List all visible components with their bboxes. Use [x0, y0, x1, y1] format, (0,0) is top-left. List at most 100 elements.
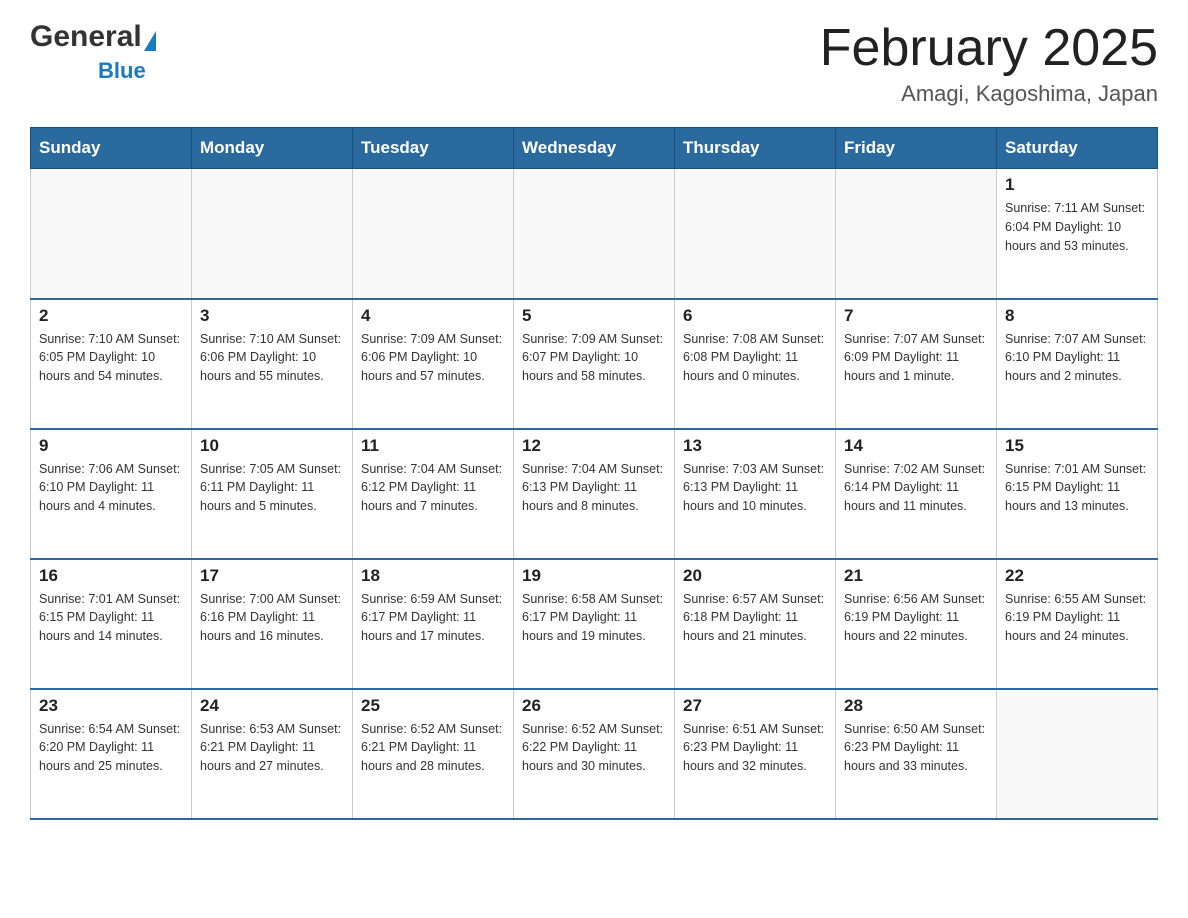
day-number: 10: [200, 436, 344, 456]
day-info: Sunrise: 6:52 AM Sunset: 6:21 PM Dayligh…: [361, 720, 505, 776]
calendar-cell: 28 Sunrise: 6:50 AM Sunset: 6:23 PM Dayli…: [836, 689, 997, 819]
calendar-title: February 2025: [820, 20, 1158, 77]
calendar-cell: 11 Sunrise: 7:04 AM Sunset: 6:12 PM Dayli…: [353, 429, 514, 559]
calendar-cell: 4Sunrise: 7:09 AM Sunset: 6:06 PM Daylig…: [353, 299, 514, 429]
day-number: 15: [1005, 436, 1149, 456]
day-number: 13: [683, 436, 827, 456]
logo: General Blue: [30, 20, 156, 84]
logo-blue-text: Blue: [98, 58, 146, 84]
logo-general-text: General: [30, 20, 142, 54]
calendar-cell: 22 Sunrise: 6:55 AM Sunset: 6:19 PM Dayli…: [997, 559, 1158, 689]
calendar-body: 1 Sunrise: 7:11 AM Sunset: 6:04 PM Daylig…: [31, 169, 1158, 819]
calendar-cell: 13 Sunrise: 7:03 AM Sunset: 6:13 PM Dayli…: [675, 429, 836, 559]
day-info: Sunrise: 7:01 AM Sunset: 6:15 PM Dayligh…: [1005, 460, 1149, 516]
calendar-cell: 25 Sunrise: 6:52 AM Sunset: 6:21 PM Dayli…: [353, 689, 514, 819]
day-number: 8: [1005, 306, 1149, 326]
calendar-cell: 14 Sunrise: 7:02 AM Sunset: 6:14 PM Dayli…: [836, 429, 997, 559]
calendar-cell: 10 Sunrise: 7:05 AM Sunset: 6:11 PM Dayli…: [192, 429, 353, 559]
day-info: Sunrise: 7:11 AM Sunset: 6:04 PM Dayligh…: [1005, 199, 1149, 255]
calendar-cell: 12Sunrise: 7:04 AM Sunset: 6:13 PM Dayli…: [514, 429, 675, 559]
day-info: Sunrise: 7:10 AM Sunset: 6:06 PM Dayligh…: [200, 330, 344, 386]
day-number: 7: [844, 306, 988, 326]
calendar-week-row: 2Sunrise: 7:10 AM Sunset: 6:05 PM Daylig…: [31, 299, 1158, 429]
day-number: 1: [1005, 175, 1149, 195]
day-info: Sunrise: 6:55 AM Sunset: 6:19 PM Dayligh…: [1005, 590, 1149, 646]
calendar-cell: 2Sunrise: 7:10 AM Sunset: 6:05 PM Daylig…: [31, 299, 192, 429]
weekday-monday: Monday: [192, 128, 353, 169]
calendar-cell: 1 Sunrise: 7:11 AM Sunset: 6:04 PM Daylig…: [997, 169, 1158, 299]
day-number: 21: [844, 566, 988, 586]
calendar-cell: 9Sunrise: 7:06 AM Sunset: 6:10 PM Daylig…: [31, 429, 192, 559]
day-info: Sunrise: 7:09 AM Sunset: 6:07 PM Dayligh…: [522, 330, 666, 386]
weekday-saturday: Saturday: [997, 128, 1158, 169]
day-info: Sunrise: 6:53 AM Sunset: 6:21 PM Dayligh…: [200, 720, 344, 776]
day-number: 3: [200, 306, 344, 326]
calendar-cell: [31, 169, 192, 299]
day-info: Sunrise: 7:04 AM Sunset: 6:12 PM Dayligh…: [361, 460, 505, 516]
day-number: 12: [522, 436, 666, 456]
day-info: Sunrise: 6:54 AM Sunset: 6:20 PM Dayligh…: [39, 720, 183, 776]
calendar-table: SundayMondayTuesdayWednesdayThursdayFrid…: [30, 127, 1158, 820]
calendar-cell: [836, 169, 997, 299]
day-number: 25: [361, 696, 505, 716]
day-number: 6: [683, 306, 827, 326]
day-info: Sunrise: 6:59 AM Sunset: 6:17 PM Dayligh…: [361, 590, 505, 646]
weekday-wednesday: Wednesday: [514, 128, 675, 169]
weekday-tuesday: Tuesday: [353, 128, 514, 169]
calendar-subtitle: Amagi, Kagoshima, Japan: [820, 81, 1158, 107]
day-number: 28: [844, 696, 988, 716]
day-number: 19: [522, 566, 666, 586]
page-header: General Blue February 2025 Amagi, Kagosh…: [30, 20, 1158, 107]
day-info: Sunrise: 7:05 AM Sunset: 6:11 PM Dayligh…: [200, 460, 344, 516]
day-info: Sunrise: 6:56 AM Sunset: 6:19 PM Dayligh…: [844, 590, 988, 646]
calendar-cell: 6 Sunrise: 7:08 AM Sunset: 6:08 PM Daylig…: [675, 299, 836, 429]
day-info: Sunrise: 7:01 AM Sunset: 6:15 PM Dayligh…: [39, 590, 183, 646]
weekday-thursday: Thursday: [675, 128, 836, 169]
day-number: 16: [39, 566, 183, 586]
calendar-cell: 23 Sunrise: 6:54 AM Sunset: 6:20 PM Dayli…: [31, 689, 192, 819]
logo-triangle-icon: [144, 31, 156, 51]
day-info: Sunrise: 6:57 AM Sunset: 6:18 PM Dayligh…: [683, 590, 827, 646]
weekday-row: SundayMondayTuesdayWednesdayThursdayFrid…: [31, 128, 1158, 169]
calendar-cell: 3 Sunrise: 7:10 AM Sunset: 6:06 PM Daylig…: [192, 299, 353, 429]
day-info: Sunrise: 6:52 AM Sunset: 6:22 PM Dayligh…: [522, 720, 666, 776]
day-info: Sunrise: 7:07 AM Sunset: 6:10 PM Dayligh…: [1005, 330, 1149, 386]
calendar-cell: [353, 169, 514, 299]
day-number: 27: [683, 696, 827, 716]
calendar-week-row: 16 Sunrise: 7:01 AM Sunset: 6:15 PM Dayli…: [31, 559, 1158, 689]
calendar-header: SundayMondayTuesdayWednesdayThursdayFrid…: [31, 128, 1158, 169]
calendar-cell: [675, 169, 836, 299]
day-number: 23: [39, 696, 183, 716]
calendar-week-row: 1 Sunrise: 7:11 AM Sunset: 6:04 PM Daylig…: [31, 169, 1158, 299]
day-info: Sunrise: 6:51 AM Sunset: 6:23 PM Dayligh…: [683, 720, 827, 776]
day-info: Sunrise: 6:50 AM Sunset: 6:23 PM Dayligh…: [844, 720, 988, 776]
day-info: Sunrise: 7:00 AM Sunset: 6:16 PM Dayligh…: [200, 590, 344, 646]
calendar-cell: 17Sunrise: 7:00 AM Sunset: 6:16 PM Dayli…: [192, 559, 353, 689]
day-number: 22: [1005, 566, 1149, 586]
day-info: Sunrise: 7:08 AM Sunset: 6:08 PM Dayligh…: [683, 330, 827, 386]
day-info: Sunrise: 7:02 AM Sunset: 6:14 PM Dayligh…: [844, 460, 988, 516]
day-number: 5: [522, 306, 666, 326]
weekday-friday: Friday: [836, 128, 997, 169]
day-number: 14: [844, 436, 988, 456]
day-info: Sunrise: 6:58 AM Sunset: 6:17 PM Dayligh…: [522, 590, 666, 646]
day-info: Sunrise: 7:07 AM Sunset: 6:09 PM Dayligh…: [844, 330, 988, 386]
title-area: February 2025 Amagi, Kagoshima, Japan: [820, 20, 1158, 107]
day-info: Sunrise: 7:10 AM Sunset: 6:05 PM Dayligh…: [39, 330, 183, 386]
calendar-cell: 5 Sunrise: 7:09 AM Sunset: 6:07 PM Daylig…: [514, 299, 675, 429]
day-info: Sunrise: 7:06 AM Sunset: 6:10 PM Dayligh…: [39, 460, 183, 516]
calendar-cell: 15 Sunrise: 7:01 AM Sunset: 6:15 PM Dayli…: [997, 429, 1158, 559]
calendar-cell: 21 Sunrise: 6:56 AM Sunset: 6:19 PM Dayli…: [836, 559, 997, 689]
calendar-cell: [514, 169, 675, 299]
calendar-cell: [192, 169, 353, 299]
day-info: Sunrise: 7:09 AM Sunset: 6:06 PM Dayligh…: [361, 330, 505, 386]
calendar-cell: [997, 689, 1158, 819]
calendar-cell: 24Sunrise: 6:53 AM Sunset: 6:21 PM Dayli…: [192, 689, 353, 819]
calendar-week-row: 23 Sunrise: 6:54 AM Sunset: 6:20 PM Dayli…: [31, 689, 1158, 819]
calendar-week-row: 9Sunrise: 7:06 AM Sunset: 6:10 PM Daylig…: [31, 429, 1158, 559]
day-number: 11: [361, 436, 505, 456]
day-number: 26: [522, 696, 666, 716]
weekday-sunday: Sunday: [31, 128, 192, 169]
day-info: Sunrise: 7:03 AM Sunset: 6:13 PM Dayligh…: [683, 460, 827, 516]
calendar-cell: 18Sunrise: 6:59 AM Sunset: 6:17 PM Dayli…: [353, 559, 514, 689]
